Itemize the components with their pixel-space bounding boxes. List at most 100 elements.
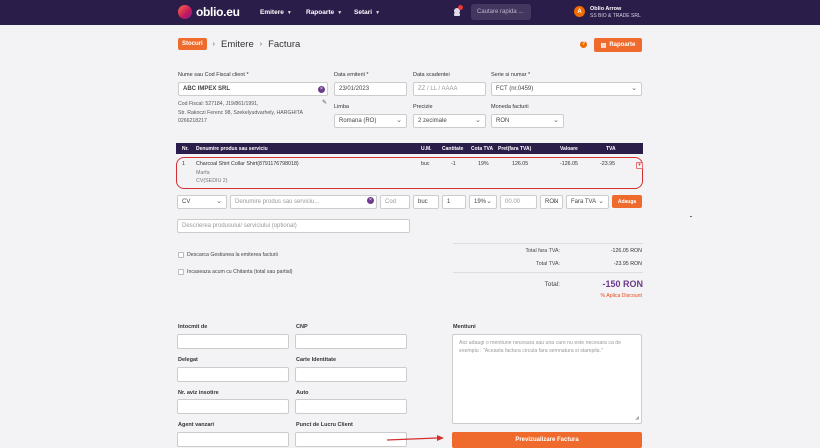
total-vat-value: -23.95 RON bbox=[613, 261, 642, 267]
client-label: Nume sau Cod Fiscal client * bbox=[178, 72, 249, 78]
um-input[interactable]: buc bbox=[413, 195, 439, 209]
notice-nr-input[interactable] bbox=[177, 399, 289, 414]
line-type-select[interactable]: CV bbox=[177, 195, 227, 209]
stock-discharge-label: Descarca Gestiunea la emiterea facturii bbox=[187, 252, 278, 258]
col-um: U.M. bbox=[421, 146, 432, 152]
notice-nr-label: Nr. aviz insotire bbox=[178, 390, 219, 396]
red-arrow-icon bbox=[386, 435, 444, 441]
col-vat: TVA bbox=[606, 146, 616, 152]
total-no-vat-label: Total fara TVA: bbox=[525, 248, 560, 254]
table-row[interactable]: 1 Charcoal Shirt Collar Shirt(8791176798… bbox=[176, 157, 643, 189]
chevron-down-icon: ▼ bbox=[286, 9, 292, 16]
chevron-down-icon: ▼ bbox=[375, 9, 381, 16]
col-price: Pret(fara TVA) bbox=[498, 146, 532, 152]
col-qty: Cantitate bbox=[442, 146, 464, 152]
nav-rapoarte[interactable]: Rapoarte ▼ bbox=[306, 9, 342, 16]
clear-product-icon[interactable]: × bbox=[367, 197, 374, 204]
product-code-input[interactable]: Cod bbox=[380, 195, 410, 209]
user-avatar[interactable]: A bbox=[574, 6, 585, 17]
receipt-checkbox[interactable] bbox=[178, 269, 184, 275]
line-currency-select[interactable]: RON bbox=[540, 195, 563, 209]
stock-discharge-checkbox[interactable] bbox=[178, 252, 184, 258]
user-company: SS BIO & TRADE SRL bbox=[590, 13, 641, 19]
divider bbox=[453, 272, 643, 273]
reports-button[interactable]: ▤ Rapoarte bbox=[594, 38, 642, 52]
language-select[interactable]: Romana (RO) bbox=[334, 114, 407, 128]
mentions-textarea[interactable]: Aici adaugi o mentiune necesara sau una … bbox=[452, 334, 642, 424]
mentions-placeholder: Aici adaugi o mentiune necesara sau una … bbox=[459, 340, 622, 354]
client-input[interactable]: ABC IMPEX SRL bbox=[178, 82, 328, 96]
receipt-label: Incaseaza acum cu Chitanta (total sau pa… bbox=[187, 269, 293, 275]
quick-search-input[interactable]: Cautare rapida ... bbox=[471, 4, 531, 20]
breadcrumb-factura: Factura bbox=[268, 38, 301, 50]
drawn-by-input[interactable] bbox=[177, 334, 289, 349]
id-card-input[interactable] bbox=[295, 367, 407, 382]
description-input[interactable]: Descrierea produsului/ serviciului (opti… bbox=[177, 219, 410, 233]
clear-client-icon[interactable]: × bbox=[318, 86, 325, 93]
apply-discount-link[interactable]: % Aplica Discount bbox=[560, 293, 642, 299]
currency-select[interactable]: RON bbox=[491, 114, 564, 128]
issue-date-input[interactable]: 23/01/2023 bbox=[334, 82, 407, 96]
items-table-header: Nr. Denumire produs sau serviciu U.M. Ca… bbox=[176, 143, 643, 154]
row-um: buc bbox=[421, 161, 430, 167]
delegate-label: Delegat bbox=[178, 357, 198, 363]
col-value: Valoare bbox=[560, 146, 578, 152]
sales-agent-label: Agent vanzari bbox=[178, 422, 215, 428]
car-input[interactable] bbox=[295, 399, 407, 414]
edit-client-icon[interactable]: ✎ bbox=[322, 99, 327, 106]
row-qty: -1 bbox=[451, 161, 456, 167]
row-vat: -23.95 bbox=[600, 161, 616, 167]
vat-rate-select[interactable]: 19% bbox=[469, 195, 497, 209]
breadcrumb: Stocuri › Emitere › Factura bbox=[178, 38, 300, 50]
price-input[interactable]: 00.00 bbox=[500, 195, 537, 209]
col-vat-rate: Cota TVA bbox=[471, 146, 494, 152]
breadcrumb-emitere[interactable]: Emitere bbox=[221, 39, 254, 50]
quantity-input[interactable]: 1 bbox=[442, 195, 466, 209]
total-no-vat-value: -126.05 RON bbox=[610, 248, 642, 254]
row-nr: 1 bbox=[182, 161, 185, 167]
top-navbar: oblio.eu Emitere ▼ Rapoarte ▼ Setari ▼ Caut… bbox=[0, 0, 820, 25]
currency-label: Moneda facturii bbox=[491, 104, 529, 110]
notifications-icon[interactable] bbox=[452, 5, 463, 17]
divider bbox=[453, 243, 643, 244]
row-price: 126.05 bbox=[512, 161, 529, 167]
delegate-input[interactable] bbox=[177, 367, 289, 382]
brand-name: oblio.eu bbox=[196, 5, 240, 19]
total-value: -150 RON bbox=[602, 279, 643, 289]
row-product-name[interactable]: Charcoal Shirt Collar Shirt(879117679801… bbox=[196, 161, 299, 167]
issue-date-label: Data emiterii * bbox=[334, 72, 369, 78]
logo-mark-icon bbox=[178, 5, 192, 19]
due-date-input[interactable]: ZZ / LL / AAAA bbox=[413, 82, 486, 96]
due-date-label: Data scadentei bbox=[413, 72, 450, 78]
nav-emitere[interactable]: Emitere ▼ bbox=[260, 9, 292, 16]
row-product-type: Marfa bbox=[196, 170, 210, 176]
resize-handle-icon[interactable]: ◢ bbox=[635, 415, 639, 423]
product-name-input[interactable]: Denumire produs sau serviciu... bbox=[230, 195, 377, 209]
document-icon: ▤ bbox=[600, 42, 607, 49]
client-street: Str. Rakoczi Ferenc 98, Szekelyudvarhely… bbox=[178, 109, 303, 116]
vat-mode-select[interactable]: Fara TVA bbox=[566, 195, 609, 209]
add-line-button[interactable]: Adauga bbox=[612, 195, 642, 208]
id-card-label: Carte Identitate bbox=[296, 357, 337, 363]
cnp-input[interactable] bbox=[295, 334, 407, 349]
work-point-label: Punct de Lucru Client bbox=[296, 422, 353, 428]
stocuri-badge[interactable]: Stocuri bbox=[178, 38, 207, 50]
user-name[interactable]: Oblio Arrow bbox=[590, 6, 621, 13]
nav-setari[interactable]: Setari ▼ bbox=[354, 9, 380, 16]
preview-invoice-button[interactable]: Previzualizare Factura bbox=[452, 432, 642, 448]
divider-mark bbox=[690, 216, 692, 217]
series-label: Serie si numar * bbox=[491, 72, 531, 78]
brand-logo[interactable]: oblio.eu bbox=[178, 5, 240, 19]
car-label: Auto bbox=[296, 390, 309, 396]
sales-agent-input[interactable] bbox=[177, 432, 289, 447]
row-value: -126.05 bbox=[560, 161, 578, 167]
client-address: Cod Fiscal: 527184, J19/861/1991, Str. R… bbox=[178, 100, 318, 126]
drawn-by-label: Intocmit de bbox=[178, 324, 208, 330]
series-select[interactable]: FCT (nr.0459) bbox=[491, 82, 642, 96]
client-phone: 0266218217 bbox=[178, 118, 207, 124]
row-product-location: CV(SEDIU 2) bbox=[196, 178, 228, 184]
delete-row-icon[interactable]: ▾ bbox=[636, 162, 643, 169]
chevron-right-icon: › bbox=[212, 40, 216, 48]
help-icon[interactable]: ? bbox=[580, 41, 587, 48]
precision-select[interactable]: 2 zecimale bbox=[413, 114, 486, 128]
